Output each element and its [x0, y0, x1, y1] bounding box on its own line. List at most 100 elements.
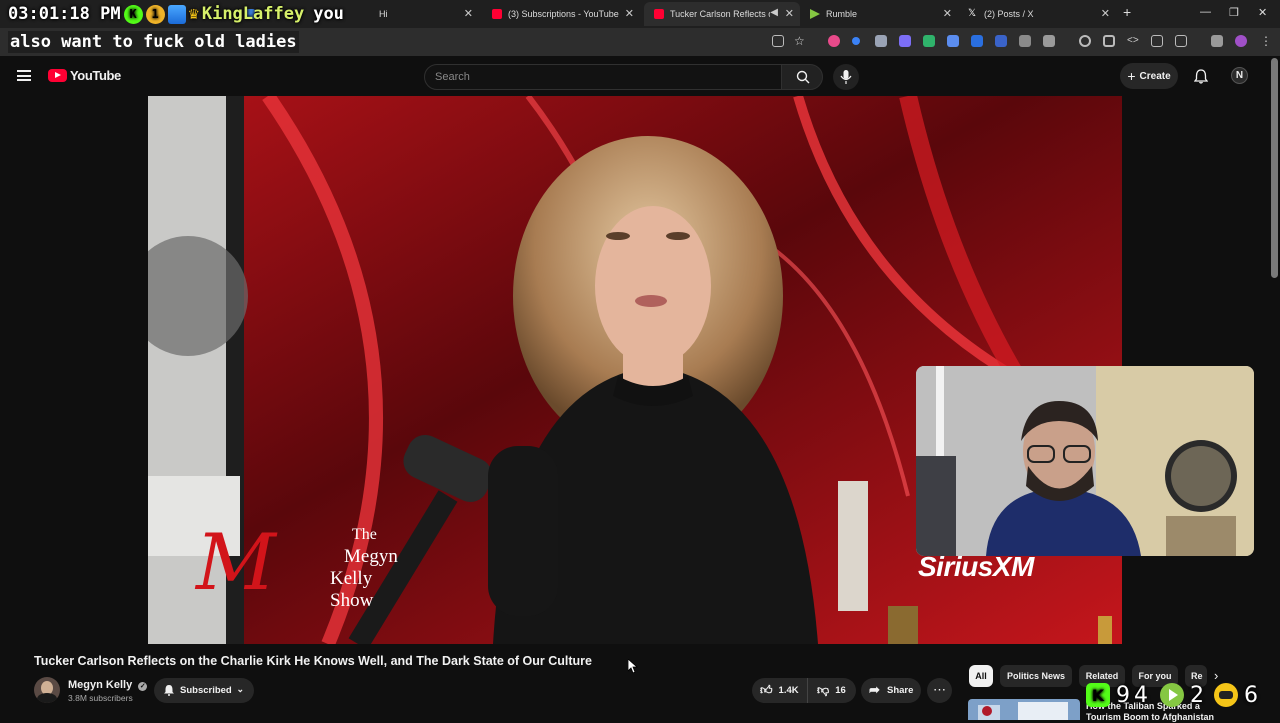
chat-message-start: you — [313, 4, 344, 24]
browser-tab-x-posts[interactable]: 𝕏 (2) Posts / X ✕ — [958, 2, 1116, 26]
speaker-icon[interactable]: ◀ — [770, 7, 778, 18]
youtube-play-icon — [48, 69, 67, 82]
dislike-button[interactable]: 👎︎ 16 — [809, 678, 856, 703]
extension-icon[interactable] — [971, 35, 983, 47]
youtube-favicon-icon — [654, 9, 664, 19]
show-logo: M The Megyn Kelly Show — [196, 524, 398, 634]
channel-name-text: Megyn Kelly — [68, 679, 133, 691]
extension-icon[interactable] — [995, 35, 1007, 47]
subscriber-badge-icon — [167, 4, 186, 24]
search-button[interactable] — [781, 64, 823, 90]
share-button[interactable]: ➦ Share — [861, 678, 921, 703]
hamburger-menu-icon[interactable] — [17, 70, 31, 81]
more-actions-button[interactable]: ⋯ — [927, 678, 952, 703]
sidebar-icon[interactable] — [1175, 35, 1187, 47]
kick-icon: K — [123, 4, 143, 24]
streamer-webcam — [916, 366, 1254, 556]
bookmark-star-icon[interactable]: ☆ — [794, 35, 806, 47]
subscribed-button[interactable]: Subscribed ⌄ — [154, 678, 254, 703]
chevron-down-icon: ⌄ — [236, 684, 244, 694]
install-app-icon[interactable] — [772, 35, 784, 47]
chip-all[interactable]: All — [969, 665, 993, 687]
tab-title: Rumble — [826, 9, 858, 19]
clock-text: 03:01:18 PM — [8, 4, 121, 24]
minimize-icon[interactable]: — — [1200, 6, 1211, 18]
other-viewer-count: 6 — [1244, 682, 1258, 708]
tab-title: Tucker Carlson Reflects on t — [670, 9, 770, 19]
chat-overlay-line: 03:01:18 PM K 1 ♛ KingLaffey you — [8, 2, 344, 26]
media-control-icon[interactable] — [1211, 35, 1223, 47]
rumble-favicon-icon — [810, 9, 820, 19]
extension-icon[interactable] — [899, 35, 911, 47]
show-logo-line: The — [352, 526, 377, 543]
extension-icon[interactable] — [1103, 35, 1115, 47]
youtube-logo[interactable]: YouTube — [48, 68, 121, 83]
youtube-header: YouTube Search + Create N — [0, 56, 1280, 96]
extension-icon[interactable] — [923, 35, 935, 47]
search-icon — [796, 70, 810, 84]
bell-icon — [164, 685, 174, 696]
stream-viewer-counters: K 94 2 6 — [1086, 680, 1258, 710]
kick-icon: K — [1086, 683, 1110, 707]
microphone-icon — [840, 70, 852, 84]
youtube-wordmark: YouTube — [70, 68, 121, 83]
dislike-count: 16 — [835, 685, 846, 696]
like-dislike-group: 👍︎ 1.4K 👎︎ 16 — [752, 678, 856, 703]
devtools-icon[interactable]: <> — [1127, 35, 1139, 47]
mouse-cursor-icon — [628, 659, 638, 673]
channel-avatar[interactable] — [34, 677, 60, 703]
account-avatar[interactable]: N — [1231, 67, 1248, 84]
extension-icon[interactable] — [875, 35, 887, 47]
channel-name[interactable]: Megyn Kelly ✓ — [68, 679, 148, 691]
show-logo-line: Show — [330, 590, 374, 611]
browser-tab-tucker-carlson[interactable]: Tucker Carlson Reflects on t ◀ ✕ — [644, 2, 800, 26]
profile-avatar-icon[interactable] — [1235, 35, 1247, 47]
like-button[interactable]: 👍︎ 1.4K — [752, 678, 808, 703]
other-platform-icon — [1214, 683, 1238, 707]
history-icon[interactable] — [1079, 35, 1091, 47]
create-button[interactable]: + Create — [1120, 63, 1178, 89]
notifications-bell-icon[interactable] — [1194, 69, 1208, 84]
show-logo-line: Megyn — [344, 546, 398, 567]
voice-search-button[interactable] — [833, 64, 859, 90]
webcam-scene — [916, 366, 1254, 556]
chat-username: KingLaffey — [201, 4, 305, 24]
tab-title: (2) Posts / X — [984, 9, 1034, 19]
show-logo-line: Kelly — [330, 568, 373, 589]
restore-icon[interactable]: ❐ — [1229, 6, 1239, 19]
extension-icon[interactable] — [947, 35, 959, 47]
crown-icon: ♛ — [188, 4, 199, 24]
more-horizontal-icon: ⋯ — [933, 682, 946, 697]
extension-icon[interactable] — [1151, 35, 1163, 47]
browser-tab-subscriptions[interactable]: (3) Subscriptions - YouTube ✕ — [482, 2, 640, 26]
recommendation-thumbnail[interactable] — [968, 699, 1080, 720]
subscribed-label: Subscribed — [180, 685, 232, 696]
share-icon: ➦ — [869, 682, 880, 697]
verified-icon: ✓ — [138, 682, 148, 691]
new-tab-icon[interactable]: + — [1123, 4, 1131, 20]
extension-icon[interactable] — [828, 35, 840, 47]
page-scrollbar[interactable] — [1271, 58, 1278, 278]
close-window-icon[interactable]: ✕ — [1258, 6, 1267, 19]
x-favicon-icon: 𝕏 — [968, 8, 977, 19]
kick-viewer-count: 94 — [1116, 682, 1152, 708]
tab-close-icon[interactable]: ✕ — [464, 7, 473, 20]
tab-close-icon[interactable]: ✕ — [785, 7, 794, 20]
chat-message-continuation: also want to fuck old ladies — [8, 31, 299, 53]
tab-title: (3) Subscriptions - YouTube — [508, 9, 619, 19]
search-input[interactable]: Search — [424, 64, 782, 90]
extension-icon[interactable] — [1019, 35, 1031, 47]
extension-icon[interactable] — [852, 37, 860, 45]
create-label: Create — [1139, 70, 1171, 82]
chip-politics-news[interactable]: Politics News — [1000, 665, 1072, 687]
browser-tab-rumble[interactable]: Rumble ✕ — [800, 2, 958, 26]
puzzle-icon[interactable] — [1043, 35, 1055, 47]
share-label: Share — [887, 685, 914, 696]
browser-menu-icon[interactable]: ⋮ — [1260, 35, 1272, 47]
tab-title: Hi — [379, 9, 388, 19]
tab-close-icon[interactable]: ✕ — [1101, 7, 1110, 20]
subscriber-count: 3.8M subscribers — [68, 693, 133, 703]
plus-icon: + — [1127, 68, 1136, 84]
tab-close-icon[interactable]: ✕ — [943, 7, 952, 20]
tab-close-icon[interactable]: ✕ — [625, 7, 634, 20]
